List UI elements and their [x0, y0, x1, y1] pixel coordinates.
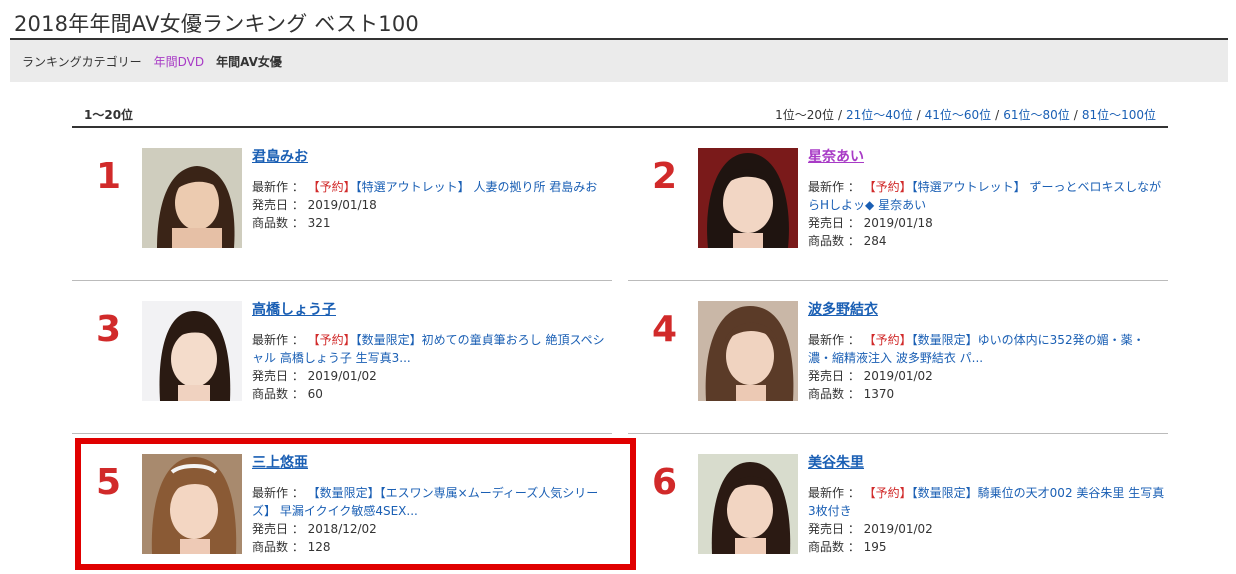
category-bar: ランキングカテゴリー 年間DVD 年間AV女優: [10, 40, 1228, 82]
latest-label: 最新作 ：: [808, 486, 860, 500]
category-link-annual-dvd[interactable]: 年間DVD: [154, 53, 204, 70]
reserve-tag: 【予約】: [307, 180, 356, 194]
latest-work-link[interactable]: 【数量限定】初めての童貞筆おろし 絶頂スペシャル 高橋しょう子 生写真3...: [252, 333, 605, 365]
row-divider: [72, 280, 612, 281]
range-current-page: 1位〜20位: [775, 108, 834, 122]
product-count: 1370: [863, 387, 895, 401]
release-label: 発売日 ：: [808, 522, 860, 536]
actress-name[interactable]: 美谷朱里: [808, 454, 1168, 472]
release-label: 発売日 ：: [252, 369, 304, 383]
reserve-tag: 【予約】: [863, 486, 912, 500]
range-link-61-80[interactable]: 61位〜80位: [1003, 108, 1070, 122]
rank-number: 6: [652, 462, 678, 503]
count-label: 商品数 ：: [808, 540, 860, 554]
release-date: 2019/01/18: [863, 216, 933, 230]
reserve-tag: 【予約】: [863, 180, 912, 194]
actress-photo[interactable]: [142, 301, 242, 401]
latest-label: 最新作 ：: [252, 180, 304, 194]
highlight-box: [75, 438, 636, 570]
reserve-tag: 【予約】: [863, 333, 912, 347]
actress-photo[interactable]: [698, 148, 798, 248]
release-date: 2019/01/02: [863, 522, 933, 536]
reserve-tag: 【予約】: [307, 333, 356, 347]
latest-work-link[interactable]: 【特選アウトレット】 人妻の拠り所 君島みお: [356, 180, 598, 194]
current-range-label: 1〜20位: [84, 108, 134, 122]
row-divider: [628, 433, 1168, 434]
release-label: 発売日 ：: [808, 216, 860, 230]
row-divider: [72, 433, 612, 434]
rank-number: 2: [652, 156, 678, 197]
actress-name[interactable]: 君島みお: [252, 148, 612, 166]
range-link-41-60[interactable]: 41位〜60位: [925, 108, 992, 122]
product-count: 284: [863, 234, 887, 248]
range-link-21-40[interactable]: 21位〜40位: [846, 108, 913, 122]
actress-name[interactable]: 波多野結衣: [808, 301, 1168, 319]
category-current: 年間AV女優: [216, 54, 282, 69]
range-link-81-100[interactable]: 81位〜100位: [1082, 108, 1156, 122]
actress-photo[interactable]: [698, 301, 798, 401]
actress-photo[interactable]: [698, 454, 798, 554]
count-label: 商品数 ：: [252, 387, 304, 401]
count-label: 商品数 ：: [808, 387, 860, 401]
count-label: 商品数 ：: [252, 216, 304, 230]
range-bar: 1〜20位 1位〜20位/21位〜40位/41位〜60位/61位〜80位/81位…: [72, 104, 1168, 128]
product-count: 195: [863, 540, 887, 554]
ranking-card: 2 星奈あい 最新作 ： 【予約】【特選アウトレット】 ずーっとベロキスしながら…: [628, 148, 1169, 278]
rank-number: 4: [652, 309, 678, 350]
latest-work-link[interactable]: 【数量限定】騎乗位の天才002 美谷朱里 生写真3枚付き: [808, 486, 1164, 518]
actress-name[interactable]: 高橋しょう子: [252, 301, 612, 319]
product-count: 60: [307, 387, 323, 401]
product-count: 321: [307, 216, 331, 230]
latest-label: 最新作 ：: [252, 333, 304, 347]
actress-name[interactable]: 星奈あい: [808, 148, 1168, 166]
release-label: 発売日 ：: [252, 198, 304, 212]
page-title: 2018年年間AV女優ランキング ベスト100: [14, 12, 419, 36]
rank-number: 1: [96, 156, 122, 197]
release-date: 2019/01/18: [307, 198, 377, 212]
row-divider: [628, 280, 1168, 281]
latest-work-link[interactable]: 【特選アウトレット】 ずーっとベロキスしながらHしよッ◆ 星奈あい: [808, 180, 1161, 212]
rank-number: 3: [96, 309, 122, 350]
count-label: 商品数 ：: [808, 234, 860, 248]
release-date: 2019/01/02: [863, 369, 933, 383]
actress-photo[interactable]: [142, 148, 242, 248]
latest-label: 最新作 ：: [808, 333, 860, 347]
latest-label: 最新作 ：: [808, 180, 860, 194]
range-pagination: 1位〜20位/21位〜40位/41位〜60位/61位〜80位/81位〜100位: [775, 108, 1156, 122]
ranking-card: 3 高橋しょう子 最新作 ： 【予約】【数量限定】初めての童貞筆おろし 絶頂スペ…: [72, 301, 613, 431]
ranking-card: 1 君島みお 最新作 ： 【予約】【特選アウトレット】 人妻の拠り所 君島みお …: [72, 148, 613, 278]
release-label: 発売日 ：: [808, 369, 860, 383]
release-date: 2019/01/02: [307, 369, 377, 383]
ranking-card: 4 波多野結衣 最新作 ： 【予約】【数量限定】ゆいの体内に352発の媚・薬・濃…: [628, 301, 1169, 431]
category-label: ランキングカテゴリー: [22, 54, 142, 69]
ranking-card: 6 美谷朱里 最新作 ： 【予約】【数量限定】騎乗位の天才002 美谷朱里 生写…: [628, 454, 1169, 574]
